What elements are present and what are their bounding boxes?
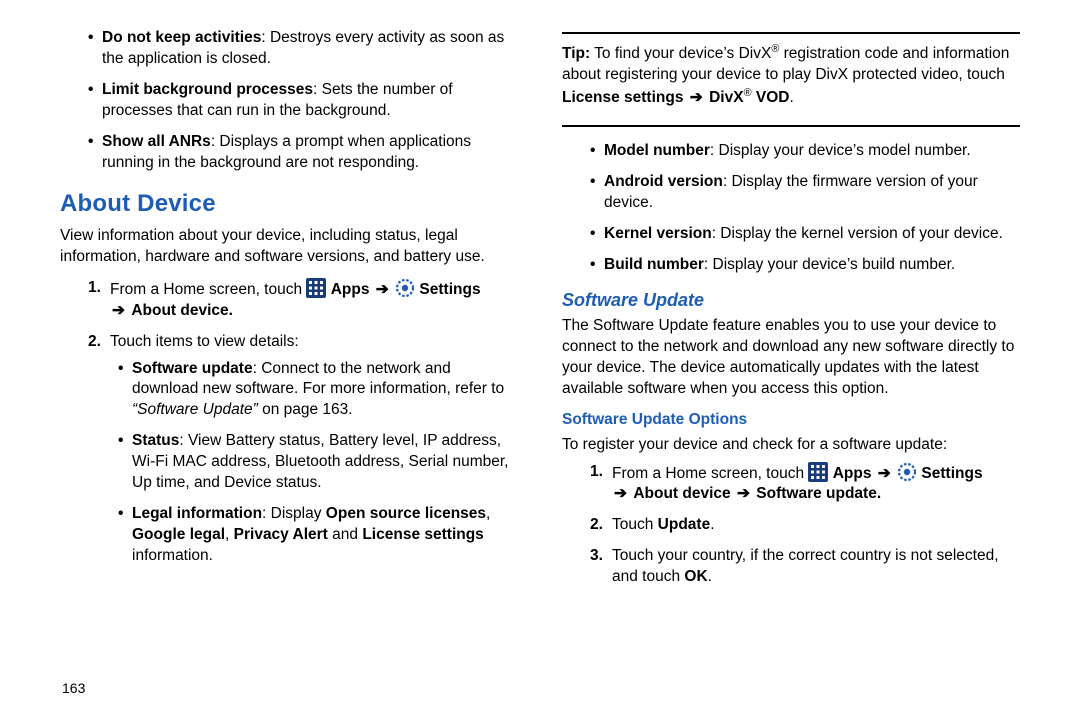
- google-legal-label: Google legal: [132, 526, 225, 543]
- list-item: Legal information: Display Open source l…: [118, 504, 518, 567]
- software-update-steps: From a Home screen, touch Apps ➔ Setting…: [562, 462, 1020, 589]
- software-update-intro: The Software Update feature enables you …: [562, 316, 1020, 400]
- list-item: Build number: Display your device’s buil…: [590, 255, 1020, 276]
- software-update-label: Software update: [756, 485, 877, 502]
- arrow-icon: ➔: [110, 302, 127, 319]
- item-label: Android version: [604, 173, 723, 190]
- step-text: From a Home screen, touch: [110, 281, 306, 298]
- apps-icon: [306, 278, 326, 298]
- item-label: Limit background processes: [102, 81, 313, 98]
- step-item: From a Home screen, touch Apps ➔ Setting…: [88, 278, 518, 322]
- item-label: Kernel version: [604, 225, 712, 242]
- item-label: Software update: [132, 360, 253, 377]
- step-text: Touch: [612, 516, 658, 533]
- item-text: : Display: [262, 505, 326, 522]
- arrow-icon: ➔: [688, 89, 705, 106]
- registered-mark: ®: [744, 87, 752, 99]
- list-item: Do not keep activities: Destroys every a…: [88, 28, 518, 70]
- open-source-licenses-label: Open source licenses: [326, 505, 486, 522]
- about-device-steps: From a Home screen, touch Apps ➔ Setting…: [60, 278, 518, 567]
- list-item: Show all ANRs: Displays a prompt when ap…: [88, 132, 518, 174]
- settings-label: Settings: [419, 281, 480, 298]
- step-item: Touch Update.: [590, 515, 1020, 536]
- tip-block: Tip: To find your device’s DivX® registr…: [562, 42, 1020, 109]
- list-item: Kernel version: Display the kernel versi…: [590, 224, 1020, 245]
- software-update-heading: Software Update: [562, 288, 1020, 312]
- settings-label: Settings: [921, 465, 982, 482]
- settings-icon: [897, 462, 917, 482]
- apps-icon: [808, 462, 828, 482]
- tip-label: Tip:: [562, 45, 590, 62]
- vod-label: VOD: [756, 89, 790, 106]
- about-device-label: About device: [633, 485, 730, 502]
- item-label: Status: [132, 432, 179, 449]
- arrow-icon: ➔: [876, 465, 893, 482]
- tip-text: To find your device’s DivX: [590, 45, 771, 62]
- step-item: Touch items to view details: Software up…: [88, 332, 518, 567]
- item-text: : Display your device’s model number.: [710, 142, 971, 159]
- step-text: Touch items to view details:: [110, 333, 299, 350]
- list-item: Status: View Battery status, Battery lev…: [118, 431, 518, 494]
- settings-icon: [395, 278, 415, 298]
- item-label: Do not keep activities: [102, 29, 261, 46]
- step-item: Touch your country, if the correct count…: [590, 546, 1020, 588]
- item-text: on page 163.: [258, 401, 353, 418]
- software-update-options-heading: Software Update Options: [562, 410, 1020, 431]
- device-info-list: Model number: Display your device’s mode…: [562, 141, 1020, 276]
- arrow-icon: ➔: [374, 281, 391, 298]
- cross-reference: “Software Update”: [132, 401, 258, 418]
- arrow-icon: ➔: [612, 485, 629, 502]
- horizontal-rule: [562, 32, 1020, 34]
- privacy-alert-label: Privacy Alert: [234, 526, 328, 543]
- item-label: Show all ANRs: [102, 133, 211, 150]
- apps-label: Apps: [331, 281, 370, 298]
- item-label: Legal information: [132, 505, 262, 522]
- ok-label: OK: [684, 568, 707, 585]
- license-settings-label: License settings: [562, 89, 683, 106]
- item-text: : View Battery status, Battery level, IP…: [132, 432, 508, 491]
- horizontal-rule: [562, 125, 1020, 127]
- list-item: Software update: Connect to the network …: [118, 359, 518, 422]
- step-text: Touch your country, if the correct count…: [612, 547, 999, 585]
- page-number: 163: [62, 679, 85, 698]
- item-label: Build number: [604, 256, 704, 273]
- list-item: Android version: Display the firmware ve…: [590, 172, 1020, 214]
- about-device-heading: About Device: [60, 188, 518, 220]
- about-device-intro: View information about your device, incl…: [60, 226, 518, 268]
- list-item: Limit background processes: Sets the num…: [88, 80, 518, 122]
- about-device-label: About device: [131, 302, 228, 319]
- license-settings-label: License settings: [362, 526, 483, 543]
- apps-label: Apps: [833, 465, 872, 482]
- item-text: : Display your device’s build number.: [704, 256, 955, 273]
- developer-options-list: Do not keep activities: Destroys every a…: [60, 28, 518, 174]
- item-text: : Display the kernel version of your dev…: [712, 225, 1003, 242]
- arrow-icon: ➔: [735, 485, 752, 502]
- update-label: Update: [658, 516, 711, 533]
- software-update-options-intro: To register your device and check for a …: [562, 435, 1020, 456]
- about-device-details-list: Software update: Connect to the network …: [110, 359, 518, 567]
- item-text: information.: [132, 547, 213, 564]
- divx-label: DivX: [709, 89, 743, 106]
- step-item: From a Home screen, touch Apps ➔ Setting…: [590, 462, 1020, 506]
- left-column: Do not keep activities: Destroys every a…: [20, 28, 540, 700]
- item-label: Model number: [604, 142, 710, 159]
- right-column: Tip: To find your device’s DivX® registr…: [540, 28, 1060, 700]
- page: Do not keep activities: Destroys every a…: [0, 0, 1080, 720]
- list-item: Model number: Display your device’s mode…: [590, 141, 1020, 162]
- step-text: From a Home screen, touch: [612, 465, 808, 482]
